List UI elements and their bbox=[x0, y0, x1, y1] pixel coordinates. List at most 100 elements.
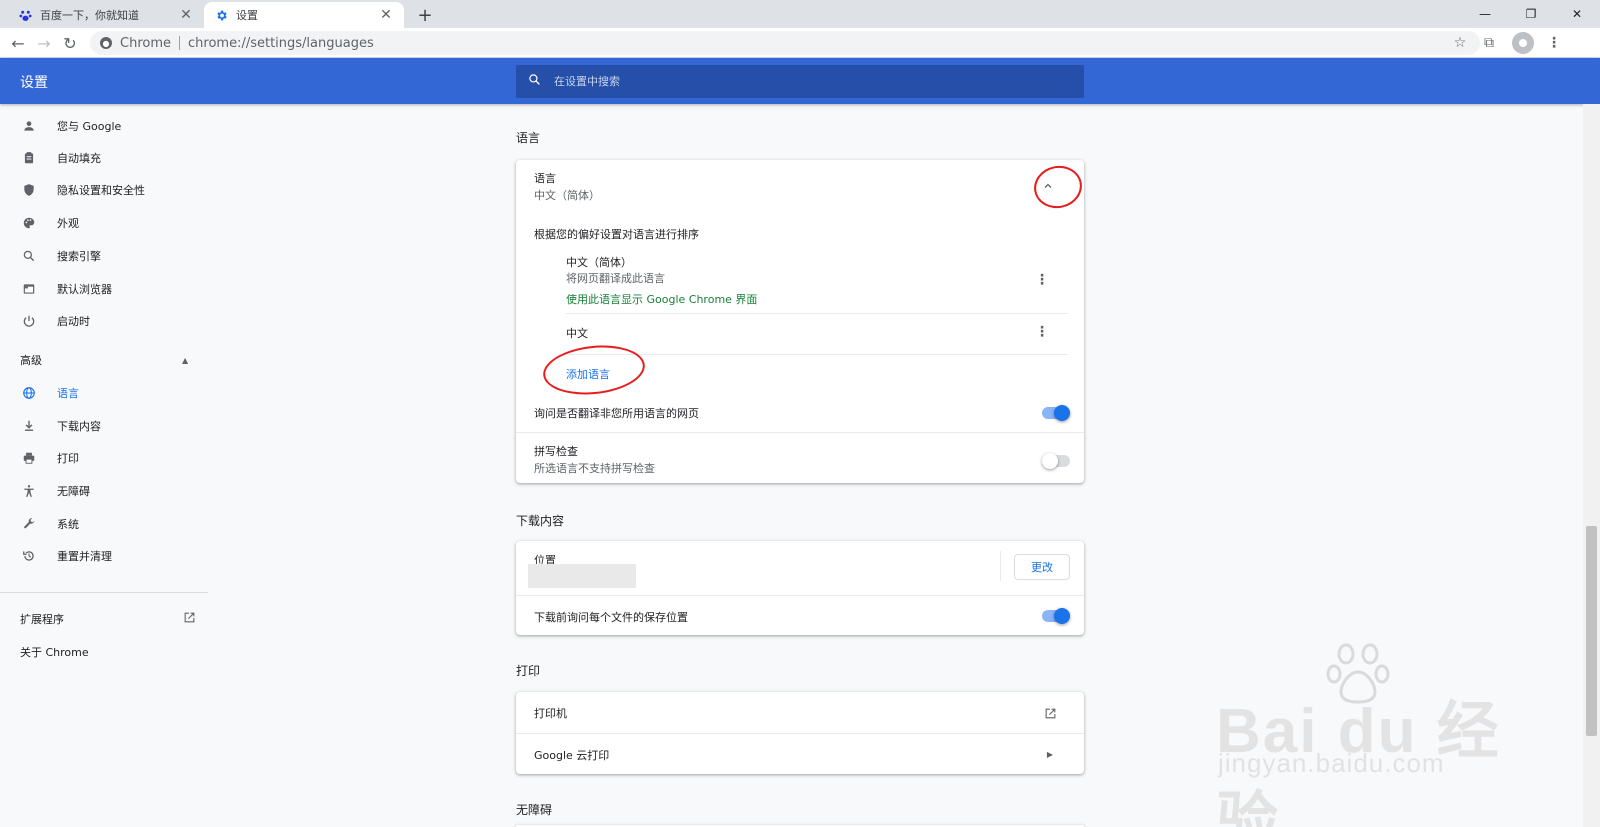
clipboard-icon bbox=[21, 150, 37, 166]
sidebar-item-privacy[interactable]: 隐私设置和安全性 bbox=[0, 174, 208, 206]
restore-icon bbox=[21, 548, 37, 564]
more-vert-icon[interactable]: ⋮ bbox=[1034, 324, 1050, 340]
cast-icon[interactable]: ⧉ bbox=[1476, 30, 1502, 56]
section-title-languages: 语言 bbox=[516, 131, 541, 145]
sidebar-item-extensions[interactable]: 扩展程序 bbox=[20, 605, 196, 633]
new-tab-plus-icon[interactable]: + bbox=[414, 4, 436, 26]
caret-up-icon: ▲ bbox=[182, 355, 189, 365]
offer-translate-label: 询问是否翻译非您所用语言的网页 bbox=[534, 407, 699, 420]
sidebar-item-label: 隐私设置和安全性 bbox=[57, 184, 145, 197]
minimize-icon[interactable]: — bbox=[1462, 0, 1508, 28]
cloud-print-label[interactable]: Google 云打印 bbox=[534, 747, 609, 763]
menu-kebab-icon[interactable]: ⋮ bbox=[1541, 30, 1567, 56]
sidebar-item-appearance[interactable]: 外观 bbox=[0, 207, 208, 239]
close-window-icon[interactable]: ✕ bbox=[1554, 0, 1600, 28]
language-order-hint: 根据您的偏好设置对语言进行排序 bbox=[534, 228, 699, 241]
sidebar-item-reset[interactable]: 重置并清理 bbox=[0, 540, 208, 572]
row-divider bbox=[516, 733, 1084, 734]
ask-save-location-label: 下载前询问每个文件的保存位置 bbox=[534, 611, 688, 624]
language-item-name: 中文（简体） bbox=[566, 256, 632, 269]
sidebar-item-label: 无障碍 bbox=[57, 485, 90, 498]
profile-avatar[interactable] bbox=[1512, 32, 1534, 54]
sidebar-item-label: 重置并清理 bbox=[57, 550, 112, 563]
sidebar-item-printing[interactable]: 打印 bbox=[0, 442, 208, 474]
section-title-downloads: 下载内容 bbox=[516, 514, 565, 528]
wrench-icon bbox=[21, 516, 37, 532]
back-arrow-icon[interactable]: ← bbox=[5, 30, 31, 56]
printing-card: 打印机 Google 云打印 ▶ bbox=[516, 692, 1084, 774]
globe-icon bbox=[21, 385, 37, 401]
open-in-new-icon bbox=[183, 611, 196, 628]
address-separator bbox=[179, 36, 180, 50]
close-icon[interactable]: ✕ bbox=[178, 7, 194, 23]
tab-title: 设置 bbox=[236, 9, 258, 22]
sidebar-item-search-engine[interactable]: 搜索引擎 bbox=[0, 240, 208, 272]
spellcheck-toggle[interactable] bbox=[1042, 453, 1070, 469]
change-location-button[interactable]: 更改 bbox=[1014, 554, 1070, 580]
tab-title: 百度一下，你就知道 bbox=[40, 9, 139, 22]
languages-header-value: 中文（简体） bbox=[534, 189, 600, 202]
scrollbar-thumb[interactable] bbox=[1586, 526, 1597, 736]
watermark-site: jingyan.baidu.com bbox=[1218, 748, 1445, 778]
sidebar-item-autofill[interactable]: 自动填充 bbox=[0, 142, 208, 174]
language-item-name: 中文 bbox=[566, 327, 588, 340]
open-in-new-icon[interactable] bbox=[1040, 703, 1060, 723]
page-title: 设置 bbox=[20, 75, 48, 91]
gear-icon bbox=[214, 8, 228, 22]
accessibility-icon bbox=[21, 483, 37, 499]
section-title-printing: 打印 bbox=[516, 664, 541, 678]
spellcheck-label: 拼写检查 bbox=[534, 445, 578, 458]
tab-settings[interactable]: 设置 ✕ bbox=[204, 2, 404, 28]
toggle-knob bbox=[1042, 453, 1058, 469]
sidebar-item-on-startup[interactable]: 启动时 bbox=[0, 305, 208, 337]
sidebar-item-downloads[interactable]: 下载内容 bbox=[0, 410, 208, 442]
sidebar-item-accessibility[interactable]: 无障碍 bbox=[0, 475, 208, 507]
power-icon bbox=[21, 313, 37, 329]
search-input[interactable] bbox=[554, 75, 1054, 88]
row-divider bbox=[516, 432, 1084, 433]
search-icon bbox=[528, 73, 544, 90]
sidebar-item-about-chrome[interactable]: 关于 Chrome bbox=[20, 638, 196, 666]
printers-label[interactable]: 打印机 bbox=[534, 705, 567, 721]
language-item-desc: 将网页翻译成此语言 bbox=[566, 272, 665, 285]
person-icon bbox=[21, 118, 37, 134]
offer-translate-toggle[interactable] bbox=[1042, 405, 1070, 421]
address-url[interactable]: chrome://settings/languages bbox=[188, 36, 374, 51]
address-bar[interactable]: ● Chrome chrome://settings/languages bbox=[90, 31, 1480, 55]
site-info-icon[interactable]: ● bbox=[100, 37, 112, 49]
sidebar-item-label: 自动填充 bbox=[57, 152, 101, 165]
sidebar-advanced-toggle[interactable]: 高级 ▲ bbox=[0, 346, 208, 374]
languages-header-label: 语言 bbox=[534, 172, 556, 185]
more-vert-icon[interactable]: ⋮ bbox=[1034, 272, 1050, 288]
address-chip: Chrome bbox=[120, 35, 171, 51]
language-item-note: 使用此语言显示 Google Chrome 界面 bbox=[566, 293, 758, 306]
tab-strip: 百度一下，你就知道 ✕ 设置 ✕ + — ❐ ✕ bbox=[0, 0, 1600, 28]
sidebar-item-label: 启动时 bbox=[57, 315, 90, 328]
browser-icon bbox=[21, 281, 37, 297]
arrow-right-icon[interactable]: ▶ bbox=[1040, 744, 1060, 764]
sidebar-item-label: 您与 Google bbox=[57, 120, 122, 133]
row-divider bbox=[566, 354, 1068, 355]
sidebar-item-system[interactable]: 系统 bbox=[0, 508, 208, 540]
bookmark-star-icon[interactable]: ☆ bbox=[1447, 30, 1473, 56]
sidebar-item-you-and-google[interactable]: 您与 Google bbox=[0, 110, 208, 142]
sidebar-item-label: 扩展程序 bbox=[20, 613, 64, 626]
sidebar-divider bbox=[0, 592, 208, 593]
reload-icon[interactable]: ↻ bbox=[57, 30, 83, 56]
sidebar-item-label: 关于 Chrome bbox=[20, 646, 89, 659]
ask-save-location-toggle[interactable] bbox=[1042, 608, 1070, 624]
restore-window-icon[interactable]: ❐ bbox=[1508, 0, 1554, 28]
download-icon bbox=[21, 418, 37, 434]
baidu-jingyan-watermark: Bai du 经验 jingyan.baidu.com bbox=[1216, 640, 1516, 827]
sidebar-item-languages[interactable]: 语言 bbox=[0, 377, 208, 409]
section-title-accessibility: 无障碍 bbox=[516, 803, 553, 817]
tab-baidu[interactable]: 百度一下，你就知道 ✕ bbox=[8, 2, 204, 28]
palette-icon bbox=[21, 215, 37, 231]
sidebar-item-label: 语言 bbox=[57, 387, 79, 400]
shield-icon bbox=[21, 182, 37, 198]
forward-arrow-icon[interactable]: → bbox=[31, 30, 57, 56]
sidebar-item-label: 打印 bbox=[57, 452, 79, 465]
close-icon[interactable]: ✕ bbox=[378, 7, 394, 23]
settings-search[interactable] bbox=[516, 65, 1084, 98]
sidebar-item-default-browser[interactable]: 默认浏览器 bbox=[0, 273, 208, 305]
